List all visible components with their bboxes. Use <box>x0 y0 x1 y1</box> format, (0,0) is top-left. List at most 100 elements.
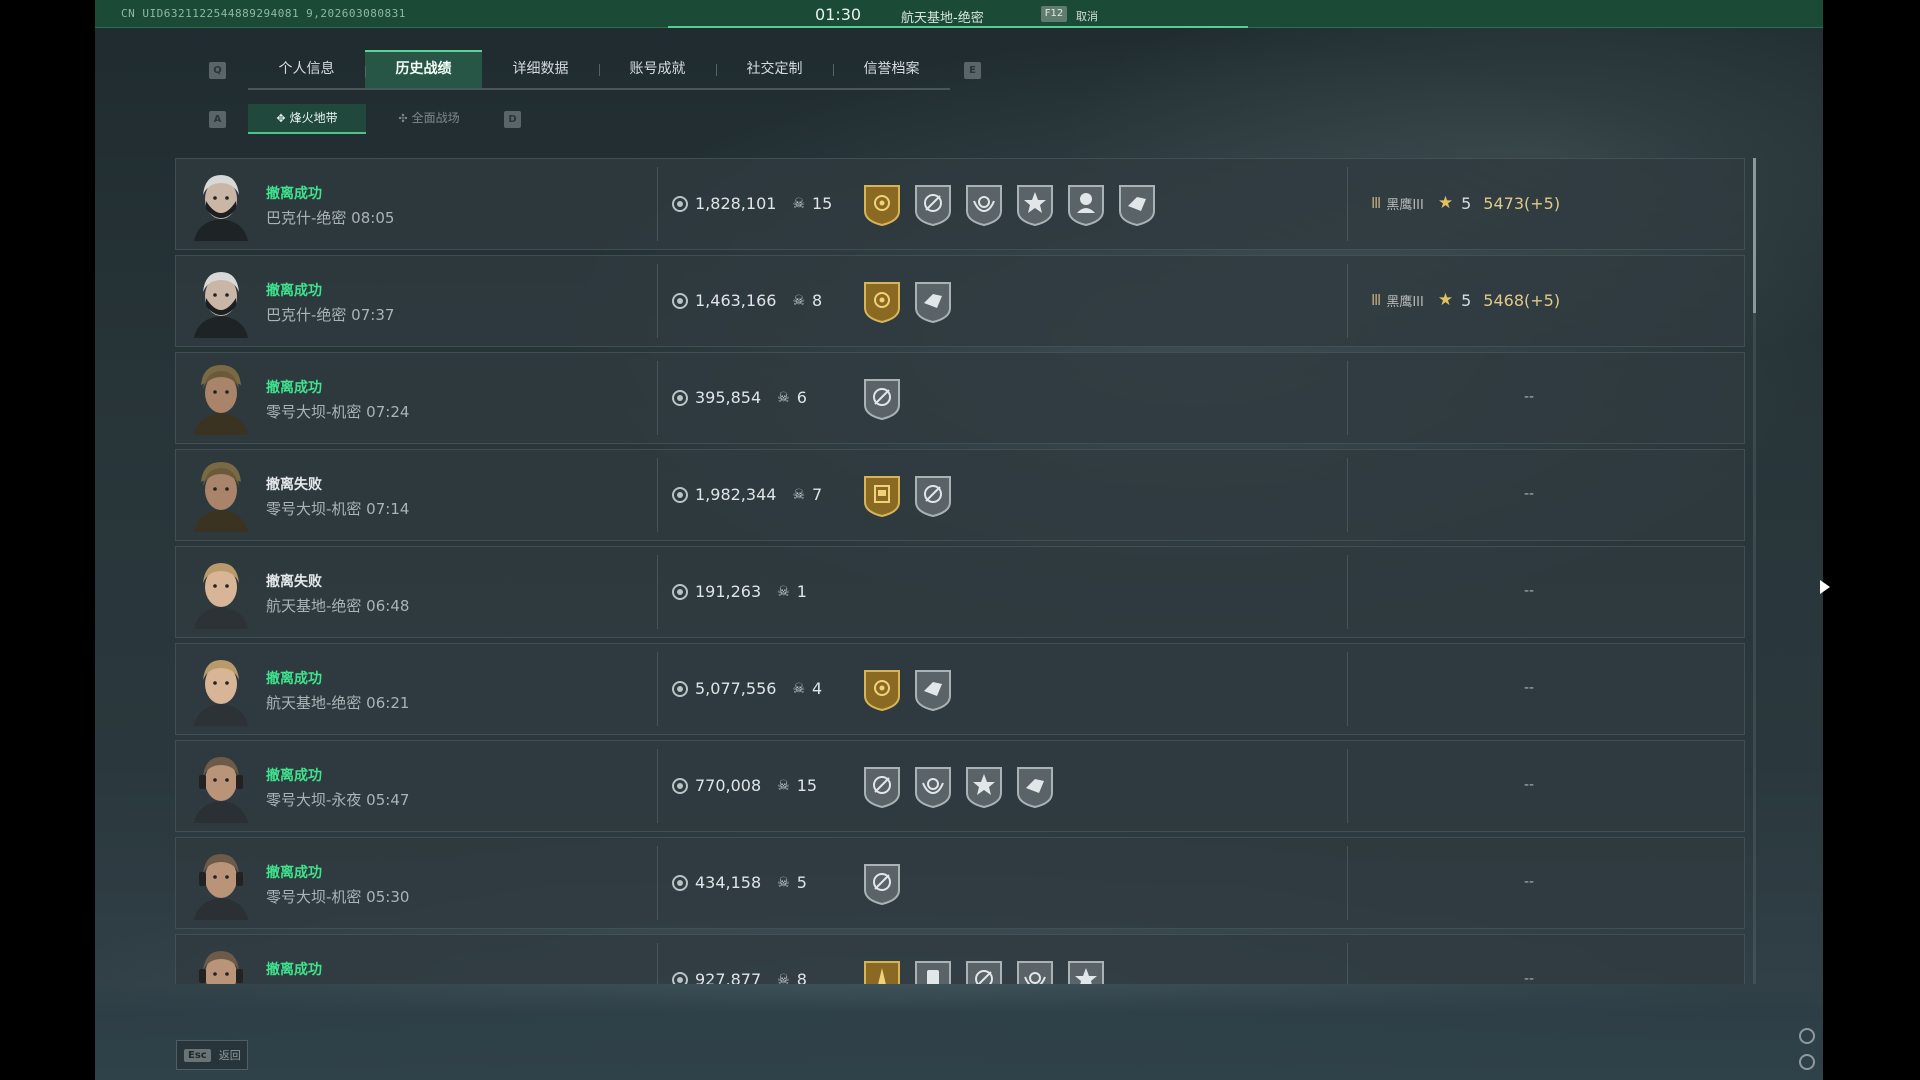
clip-medal-icon[interactable] <box>913 959 953 984</box>
star-medal-icon[interactable] <box>1066 959 1106 984</box>
no-rank-placeholder: -- <box>1524 874 1535 890</box>
match-history-list[interactable]: 撤离成功 巴克什-绝密 08:05 1,828,101 ☠ 15 Ⅲ 黑鹰III… <box>175 158 1745 984</box>
column-divider <box>657 749 658 823</box>
column-divider <box>1347 846 1348 920</box>
rank-score: 5473(+5) <box>1483 193 1561 213</box>
gold-shield-medal-icon[interactable] <box>862 280 902 324</box>
map-and-time: 零号大坝-机密 07:14 <box>266 500 410 518</box>
kill-count: 8 <box>812 291 823 310</box>
extraction-status: 撤离成功 <box>266 768 322 784</box>
operator-medal-icon[interactable] <box>1066 183 1106 227</box>
game-screen: CN UID6321122544889294081 9,202603080831… <box>95 0 1823 1080</box>
star-medal-icon[interactable] <box>964 765 1004 809</box>
tab-social-custom[interactable]: 社交定制 <box>716 50 833 88</box>
mouse-cursor-icon <box>1820 580 1830 594</box>
loot-value: 5,077,556 ☠ 4 <box>672 679 822 698</box>
scrollbar-thumb[interactable] <box>1753 158 1756 313</box>
gold-shield-medal-icon[interactable] <box>862 183 902 227</box>
tab-match-history[interactable]: 历史战绩 <box>365 50 482 88</box>
operator-avatar <box>188 169 254 241</box>
escape-medal-icon[interactable] <box>964 959 1004 984</box>
loot-amount: 1,828,101 <box>695 194 777 213</box>
voice-icon[interactable] <box>1799 1054 1815 1070</box>
list-scrollbar[interactable] <box>1753 158 1756 984</box>
coin-icon <box>672 583 688 600</box>
match-record-row[interactable]: 撤离失败 零号大坝-机密 07:14 1,982,344 ☠ 7 -- <box>175 449 1745 541</box>
star-icon: ★ <box>1437 290 1454 310</box>
column-divider <box>657 264 658 338</box>
gold-shield-medal-icon[interactable] <box>862 668 902 712</box>
operator-avatar <box>188 945 254 984</box>
queued-map-name: 航天基地-绝密 <box>901 11 984 26</box>
tab-mode-operations[interactable]: ✥ 烽火地带 <box>248 104 366 134</box>
escape-medal-icon[interactable] <box>862 377 902 421</box>
column-divider <box>1347 652 1348 726</box>
tab-detailed-data[interactable]: 详细数据 <box>482 50 599 88</box>
player-uid: CN UID6321122544889294081 9,202603080831 <box>121 7 406 20</box>
gold-box-medal-icon[interactable] <box>862 474 902 518</box>
tab-achievements[interactable]: 账号成就 <box>599 50 716 88</box>
coin-icon <box>672 292 688 309</box>
no-rank-placeholder: -- <box>1524 389 1535 405</box>
escape-medal-icon[interactable] <box>913 474 953 518</box>
back-button[interactable]: Esc 返回 <box>176 1040 248 1070</box>
cancel-queue-button[interactable]: 取消 <box>1076 8 1098 24</box>
loot-value: 191,263 ☠ 1 <box>672 582 807 601</box>
match-record-row[interactable]: 撤离成功 零号大坝-机密 05:30 434,158 ☠ 5 -- <box>175 837 1745 929</box>
column-divider <box>1347 264 1348 338</box>
escape-medal-icon[interactable] <box>913 183 953 227</box>
skull-icon: ☠ <box>792 195 805 212</box>
star-icon: ★ <box>1437 193 1454 213</box>
operator-avatar <box>188 363 254 435</box>
loot-value: 1,463,166 ☠ 8 <box>672 291 822 310</box>
prev-tab-key[interactable]: Q <box>209 61 226 79</box>
tab-credit-record[interactable]: 信誉档案 <box>833 50 950 88</box>
tab-mode-warfare[interactable]: ✣ 全面战场 <box>370 104 488 134</box>
escape-medal-icon[interactable] <box>862 862 902 906</box>
combo-medal-icon[interactable] <box>913 280 953 324</box>
combo-medal-icon[interactable] <box>913 668 953 712</box>
coin-icon <box>672 389 688 406</box>
prev-mode-key[interactable]: A <box>209 110 226 128</box>
match-record-row[interactable]: 撤离成功 零号大坝-机密 07:24 395,854 ☠ 6 -- <box>175 352 1745 444</box>
bottom-fade <box>95 984 1823 1080</box>
match-record-row[interactable]: 撤离成功 巴克什-绝密 08:05 1,828,101 ☠ 15 Ⅲ 黑鹰III… <box>175 158 1745 250</box>
combo-medal-icon[interactable] <box>1015 765 1055 809</box>
map-and-time: 零号大坝-机密 07:24 <box>266 403 410 421</box>
column-divider <box>657 652 658 726</box>
skull-icon: ☠ <box>792 680 805 697</box>
tab-personal-info[interactable]: 个人信息 <box>248 50 365 88</box>
kill-count: 6 <box>796 388 807 407</box>
mode-label: 全面战场 <box>411 111 460 125</box>
match-record-row[interactable]: 撤离失败 航天基地-绝密 06:48 191,263 ☠ 1 -- <box>175 546 1745 638</box>
rank-info: Ⅲ 黑鹰III ★ 5 5468(+5) <box>1371 290 1560 310</box>
match-record-row[interactable]: 撤离成功 927,877 ☠ 8 -- <box>175 934 1745 984</box>
wing-medal-icon[interactable] <box>913 765 953 809</box>
settings-icon[interactable] <box>1799 1028 1815 1044</box>
match-record-row[interactable]: 撤离成功 巴克什-绝密 07:37 1,463,166 ☠ 8 Ⅲ 黑鹰III … <box>175 255 1745 347</box>
gold-tower-medal-icon[interactable] <box>862 959 902 984</box>
coin-icon <box>672 680 688 697</box>
loot-value: 1,828,101 ☠ 15 <box>672 194 832 213</box>
loot-amount: 5,077,556 <box>695 679 777 698</box>
mode-tab-bar: A ✥ 烽火地带 ✣ 全面战场 D <box>209 104 521 134</box>
next-mode-key[interactable]: D <box>504 110 521 128</box>
map-and-time: 巴克什-绝密 08:05 <box>266 209 395 227</box>
extraction-status: 撤离成功 <box>266 283 322 299</box>
match-record-row[interactable]: 撤离成功 航天基地-绝密 06:21 5,077,556 ☠ 4 -- <box>175 643 1745 735</box>
wing-medal-icon[interactable] <box>964 183 1004 227</box>
extraction-status: 撤离成功 <box>266 380 322 396</box>
escape-medal-icon[interactable] <box>862 765 902 809</box>
column-divider <box>657 846 658 920</box>
rank-level: 5 <box>1461 193 1472 213</box>
coin-icon <box>672 195 688 212</box>
wing-medal-icon[interactable] <box>1015 959 1055 984</box>
combo-medal-icon[interactable] <box>1117 183 1157 227</box>
column-divider <box>657 167 658 241</box>
star-medal-icon[interactable] <box>1015 183 1055 227</box>
medal-list <box>862 474 953 518</box>
tab-row: 个人信息 历史战绩 详细数据 账号成就 社交定制 信誉档案 <box>248 50 950 90</box>
next-tab-key[interactable]: E <box>964 61 981 79</box>
match-record-row[interactable]: 撤离成功 零号大坝-永夜 05:47 770,008 ☠ 15 -- <box>175 740 1745 832</box>
kill-count: 8 <box>796 970 807 984</box>
